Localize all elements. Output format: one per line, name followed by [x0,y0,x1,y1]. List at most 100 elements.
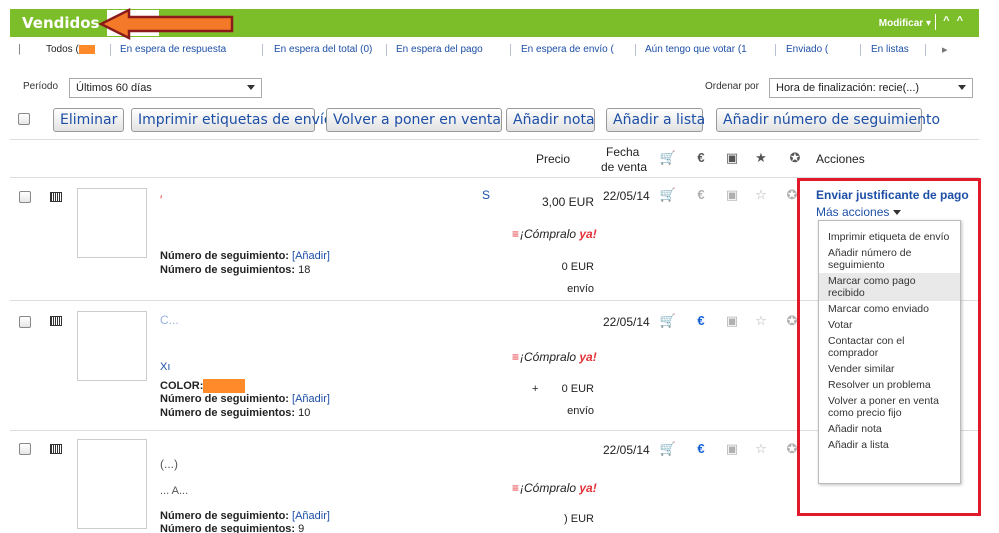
item-title-link[interactable]: C... [160,313,500,327]
more-actions-menu: Imprimir etiqueta de envío Añadir número… [818,220,961,484]
star-outline-icon: ★ [755,150,767,165]
add-tracking-link[interactable]: [Añadir] [292,393,330,405]
euro-icon: € [697,313,705,328]
barcode-icon [50,444,62,454]
filter-tabs: | Todos ( En espera de respuesta En espe… [10,42,979,60]
item-title-fragment: ′ [160,193,163,207]
chevron-right-icon[interactable]: ▸ [942,43,948,56]
tab-en-espera-envio[interactable]: En espera de envío ( [521,44,614,55]
divider [262,44,263,56]
column-header-fecha-venta[interactable]: de venta [601,160,647,174]
item-subtitle: ... A... [160,485,189,497]
menu-item-add-note[interactable]: Añadir nota [819,421,960,437]
sort-label: Ordenar por [705,81,759,92]
collapse-chevrons-icon[interactable]: ^ ^ [943,15,965,27]
box-icon: ▣ [725,441,739,456]
menu-item-relist-fixed-price[interactable]: Volver a poner en venta como precio fijo [819,393,960,421]
star-outline-icon: ☆ [755,441,767,456]
divider [10,139,979,140]
row-checkbox[interactable] [19,191,31,203]
sale-date: 22/05/14 [603,443,650,457]
row-checkbox[interactable] [19,443,31,455]
item-title-link[interactable]: S [482,188,490,202]
tracking-number: Número de seguimiento: [Añadir] [160,510,330,522]
chevron-down-icon [893,210,902,216]
tab-todos[interactable]: Todos ( [46,44,95,55]
chevron-left-icon[interactable]: | [18,43,21,55]
cart-icon: 🛒 [659,313,677,328]
divider [635,44,636,56]
menu-item-mark-paid[interactable]: Marcar como pago recibido [819,273,960,301]
euro-icon: € [697,150,705,165]
buy-it-now-badge: ≡¡Cómpralo ya! [512,350,597,364]
cart-icon: 🛒 [659,441,677,456]
menu-item-mark-shipped[interactable]: Marcar como enviado [819,301,960,317]
add-tracking-link[interactable]: [Añadir] [292,250,330,262]
period-select[interactable]: Últimos 60 días [69,78,262,98]
item-thumbnail[interactable] [77,311,147,381]
cart-icon: 🛒 [659,187,677,202]
modify-dropdown[interactable]: Modificar ▾ [879,18,931,29]
relist-button[interactable]: Volver a poner en venta [326,108,502,132]
tab-en-espera-pago[interactable]: En espera del pago [396,44,483,55]
add-to-list-button[interactable]: Añadir a lista [606,108,705,132]
tab-en-espera-total[interactable]: En espera del total (0) [274,44,372,55]
redaction-patch [78,44,95,54]
select-all-checkbox[interactable] [18,113,30,125]
item-title-link[interactable]: (...) [160,457,178,471]
item-price: 3,00 EUR [541,195,594,209]
item-thumbnail[interactable] [77,439,147,529]
tracking-count: Número de seguimientos: 18 [160,264,311,276]
row-checkbox[interactable] [19,316,31,328]
divider [775,44,776,56]
delete-button[interactable]: Eliminar [53,108,124,132]
chevron-down-icon [958,85,966,90]
barcode-icon [50,316,62,326]
tab-en-espera-respuesta[interactable]: En espera de respuesta [120,44,226,55]
item-subtitle: Xı [160,361,171,373]
add-tracking-button[interactable]: Añadir número de seguimiento [716,108,940,132]
add-note-button[interactable]: Añadir nota [506,108,595,132]
column-header-precio[interactable]: Precio [536,152,570,166]
menu-item-resolve-problem[interactable]: Resolver un problema [819,377,960,393]
shipping-cost: ) EUR [564,513,594,525]
buy-it-now-badge: ≡¡Cómpralo ya! [512,227,597,241]
menu-item-sell-similar[interactable]: Vender similar [819,361,960,377]
shipping-label: envío [567,405,594,417]
sale-date: 22/05/14 [603,189,650,203]
menu-item-contact-buyer[interactable]: Contactar con el comprador [819,333,960,361]
menu-item-vote[interactable]: Votar [819,317,960,333]
cart-icon: 🛒 [659,150,677,165]
menu-item-add-tracking[interactable]: Añadir número de seguimiento [819,245,960,273]
item-thumbnail[interactable] [77,188,147,258]
add-tracking-link[interactable]: [Añadir] [292,510,330,522]
redaction-patch [203,379,246,393]
star-outline-icon: ☆ [755,313,767,328]
tab-aun-tengo-que-votar[interactable]: Aún tengo que votar (1 [645,44,747,55]
column-header-acciones: Acciones [816,152,865,166]
menu-item-print-label[interactable]: Imprimir etiqueta de envío [819,229,960,245]
barcode-icon [50,192,62,202]
euro-icon: € [697,187,705,202]
header-divider [935,14,936,30]
tab-en-listas[interactable]: En listas [871,44,909,55]
shipping-label: envío [567,283,594,295]
star-outline-icon: ☆ [755,187,767,202]
box-icon: ▣ [725,150,739,165]
page-title: Vendidos [22,14,100,32]
more-actions-dropdown[interactable]: Más acciones [816,205,902,219]
star-filled-icon: ✪ [789,150,801,165]
tracking-count: Número de seguimientos: 10 [160,407,311,419]
sort-select-value: Hora de finalización: recie(...) [776,82,920,94]
sort-select[interactable]: Hora de finalización: recie(...) [769,78,973,98]
tab-enviado[interactable]: Enviado ( [786,44,828,55]
divider [925,44,926,56]
shipping-cost: 0 EUR [561,261,594,273]
print-labels-button[interactable]: Imprimir etiquetas de envío [131,108,332,132]
send-payment-receipt-link[interactable]: Enviar justificante de pago [816,188,969,202]
buy-it-now-badge: ≡¡Cómpralo ya! [512,481,597,495]
menu-item-add-to-list[interactable]: Añadir a lista [819,437,960,453]
annotation-arrow-icon [98,8,234,40]
column-header-fecha[interactable]: Fecha [606,145,639,159]
tracking-count: Número de seguimientos: 9 [160,523,305,533]
